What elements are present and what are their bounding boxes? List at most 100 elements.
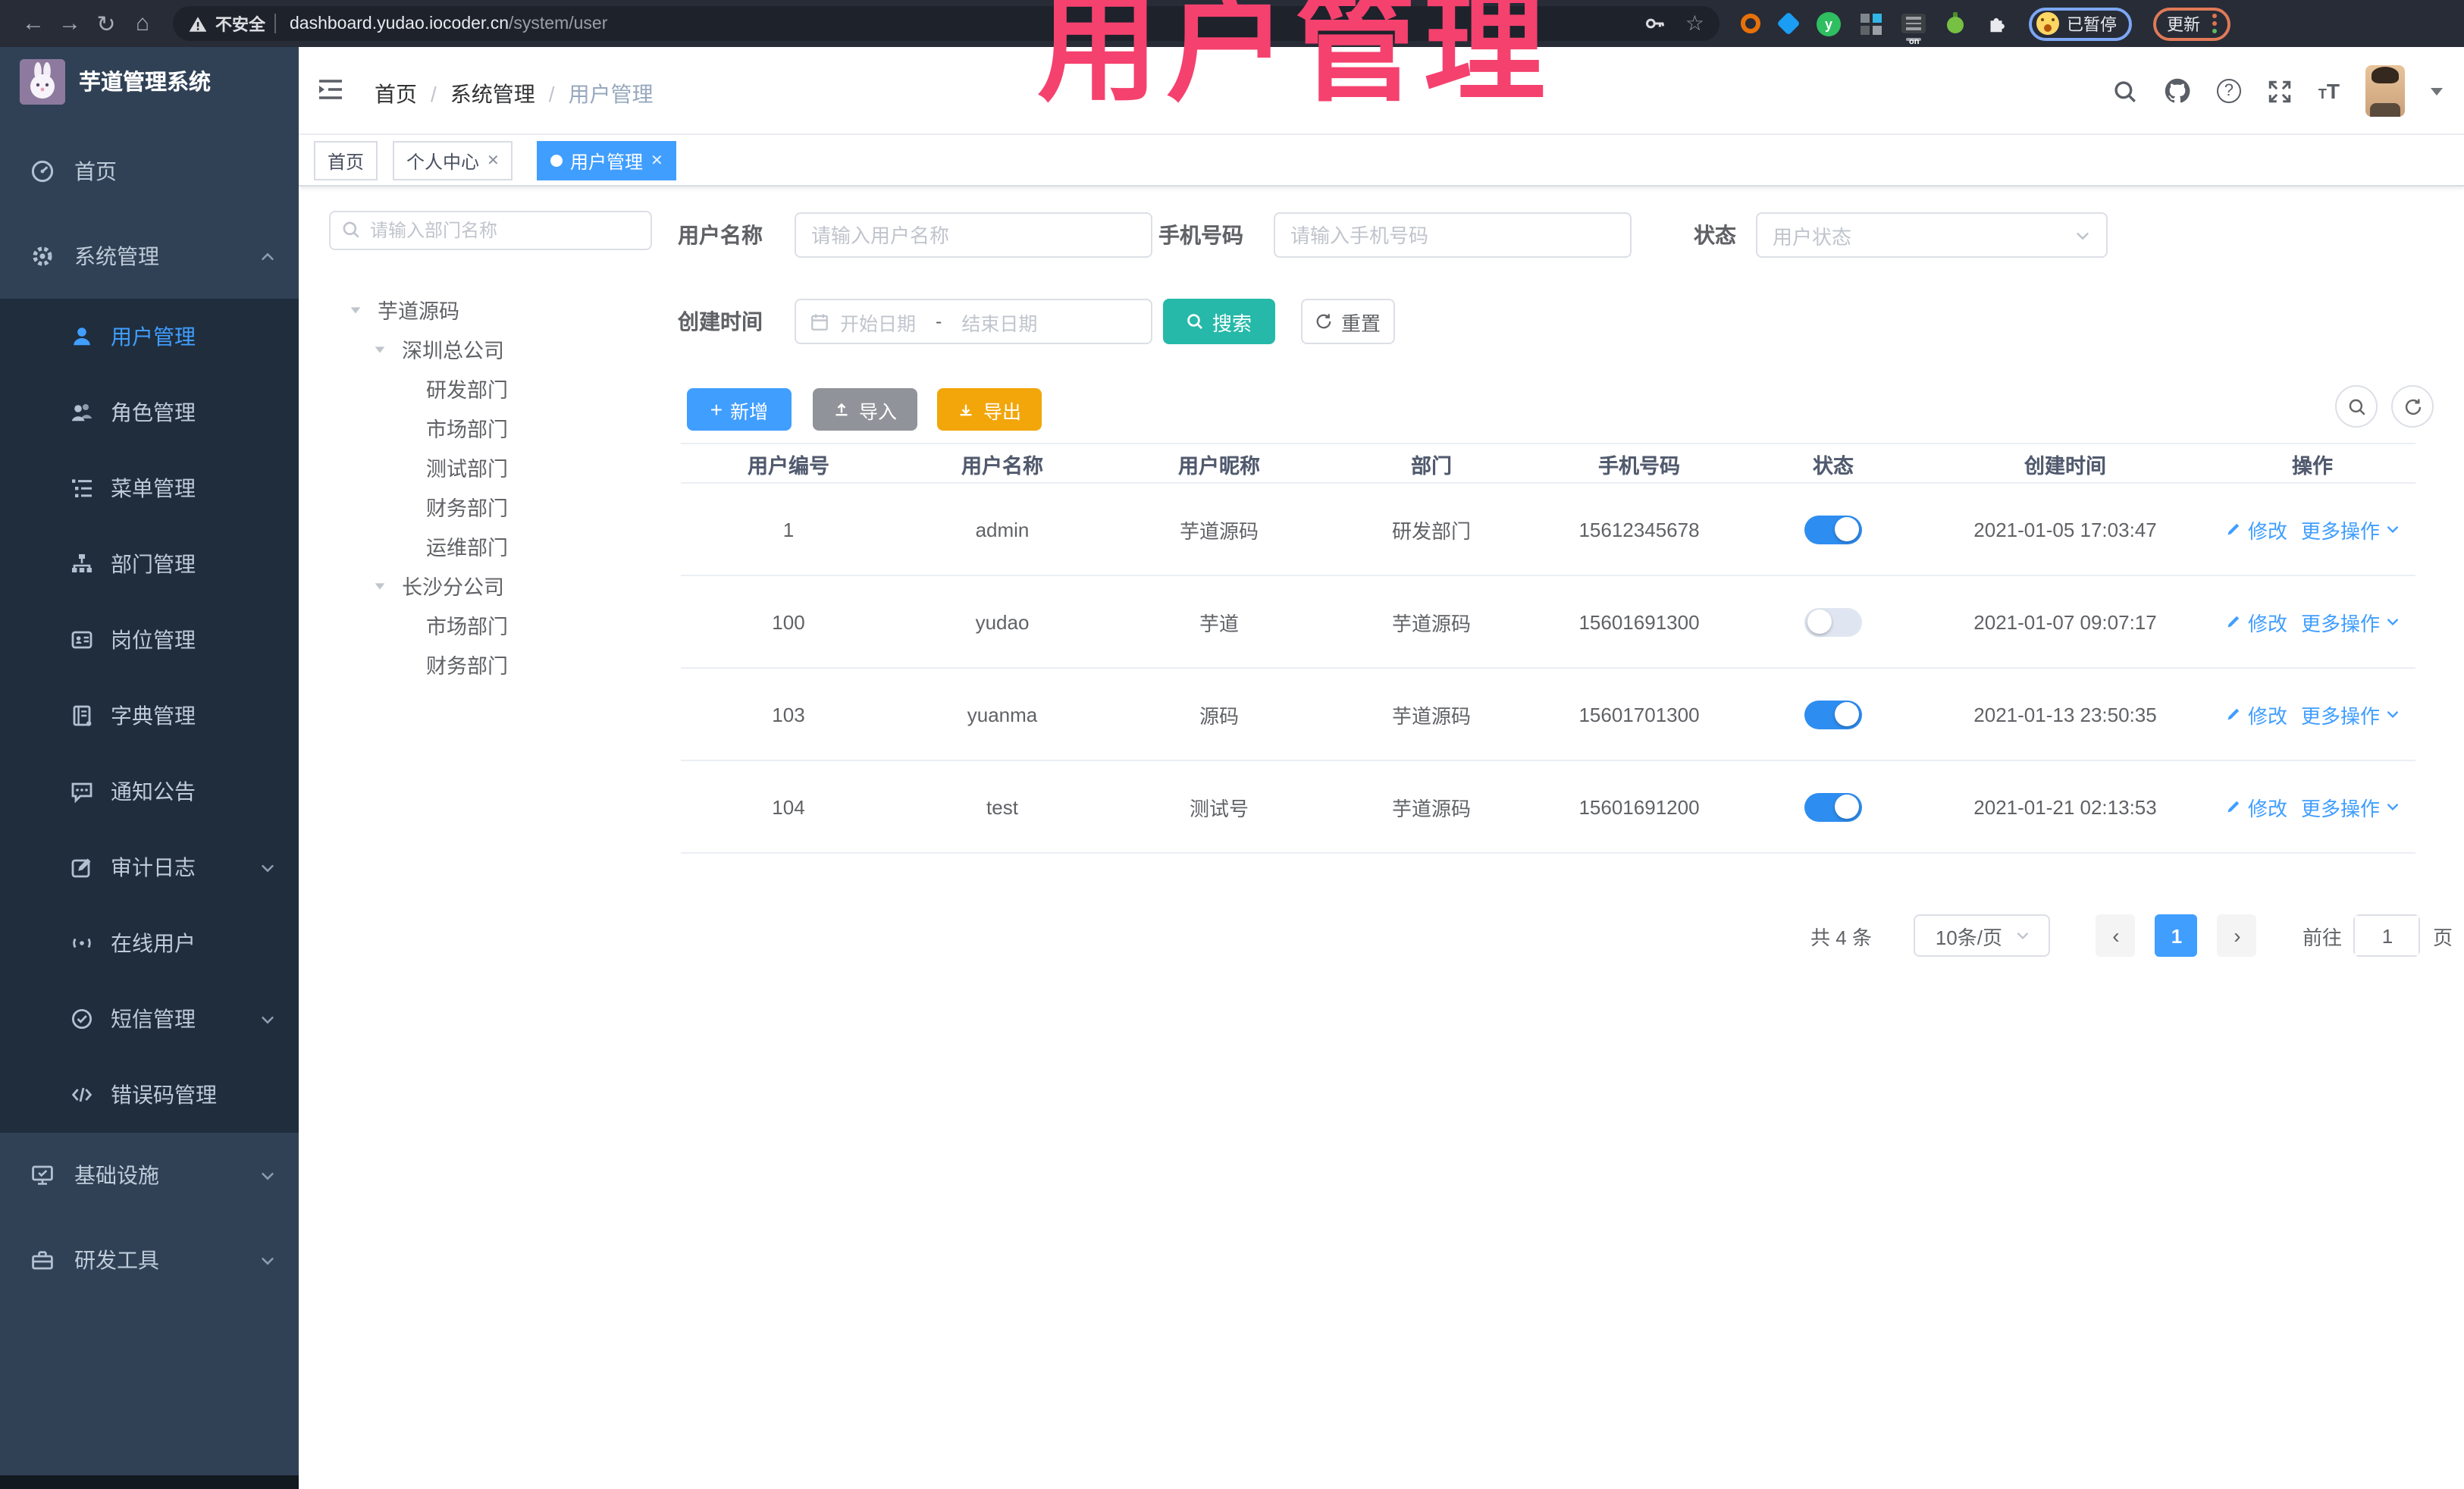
status-select[interactable]: 用户状态	[1756, 212, 2108, 258]
tree-node[interactable]: 测试部门	[329, 447, 663, 487]
tab-user-management[interactable]: 用户管理 ✕	[537, 141, 677, 180]
home-icon[interactable]: ⌂	[124, 5, 161, 42]
export-button[interactable]: 导出	[937, 388, 1042, 431]
paused-badge[interactable]: 已暂停	[2029, 7, 2132, 40]
search-button[interactable]: 搜索	[1163, 299, 1275, 344]
status-toggle[interactable]	[1804, 792, 1862, 821]
breadcrumb-system[interactable]: 系统管理	[450, 79, 535, 109]
tree-node[interactable]: 市场部门	[329, 605, 663, 644]
prev-page-button[interactable]: ‹	[2096, 914, 2136, 957]
next-page-button[interactable]: ›	[2217, 914, 2257, 957]
extension-squares-icon[interactable]	[1861, 13, 1882, 34]
toolbox-icon	[30, 1248, 55, 1272]
sidebar-item-online-users[interactable]: 在线用户	[0, 905, 299, 981]
app-logo-row[interactable]: 芋道管理系统	[0, 47, 299, 115]
more-actions-link[interactable]: 更多操作	[2301, 792, 2400, 821]
sidebar-item-depts[interactable]: 部门管理	[0, 526, 299, 602]
github-icon[interactable]	[2164, 77, 2191, 105]
cell-user-id: 103	[772, 703, 805, 726]
tree-node-label: 长沙分公司	[402, 576, 504, 599]
avatar-caret-icon[interactable]	[2431, 87, 2443, 95]
page-number-current[interactable]: 1	[2155, 914, 2198, 957]
sidebar-fold-icon[interactable]	[317, 77, 344, 102]
update-button[interactable]: 更新	[2153, 7, 2230, 40]
tree-node[interactable]: 运维部门	[329, 526, 663, 566]
extension-gem-icon[interactable]	[1776, 11, 1801, 36]
tree-node[interactable]: 芋道源码	[329, 290, 663, 329]
extensions-puzzle-icon[interactable]	[1985, 12, 2008, 35]
fullscreen-icon[interactable]	[2267, 78, 2293, 104]
search-icon[interactable]	[2112, 78, 2138, 104]
edit-link[interactable]: 修改	[2225, 700, 2287, 729]
edit-link[interactable]: 修改	[2225, 515, 2287, 544]
close-icon[interactable]: ✕	[650, 152, 663, 169]
bookmark-star-icon[interactable]: ☆	[1685, 11, 1704, 36]
close-icon[interactable]: ✕	[487, 152, 500, 169]
extension-ring-icon[interactable]	[1741, 14, 1760, 33]
sidebar-item-menus[interactable]: 菜单管理	[0, 450, 299, 526]
sidebar-item-posts[interactable]: 岗位管理	[0, 602, 299, 678]
status-select-placeholder: 用户状态	[1773, 225, 1852, 248]
tree-node[interactable]: 研发部门	[329, 368, 663, 408]
sidebar-item-roles[interactable]: 角色管理	[0, 375, 299, 450]
refresh-button[interactable]	[2391, 385, 2434, 428]
breadcrumb-home[interactable]: 首页	[375, 79, 417, 109]
extension-tabs-icon[interactable]: on	[1901, 14, 1926, 47]
tree-node[interactable]: 财务部门	[329, 644, 663, 684]
edit-link[interactable]: 修改	[2225, 792, 2287, 821]
breadcrumb-separator: /	[431, 82, 437, 106]
sidebar-item-sms[interactable]: 短信管理	[0, 981, 299, 1057]
sidebar-item-home[interactable]: 首页	[0, 129, 299, 214]
sidebar-collapse-bar[interactable]	[0, 1475, 299, 1489]
key-icon[interactable]	[1644, 12, 1667, 35]
import-button[interactable]: 导入	[813, 388, 917, 431]
status-toggle[interactable]	[1804, 515, 1862, 544]
sidebar-item-users[interactable]: 用户管理	[0, 299, 299, 375]
forward-icon[interactable]: →	[52, 5, 88, 42]
username-input[interactable]	[796, 214, 1151, 256]
caret-down-icon[interactable]	[373, 342, 402, 356]
tree-node[interactable]: 长沙分公司	[329, 566, 663, 605]
sidebar-item-system[interactable]: 系统管理	[0, 214, 299, 299]
sidebar-item-audit-log[interactable]: 审计日志	[0, 829, 299, 905]
edit-link[interactable]: 修改	[2225, 607, 2287, 636]
status-toggle[interactable]	[1804, 607, 1862, 636]
sidebar-item-label: 错误码管理	[111, 1083, 217, 1107]
mobile-input[interactable]	[1275, 214, 1630, 256]
toggle-search-button[interactable]	[2335, 385, 2378, 428]
back-icon[interactable]: ←	[15, 5, 52, 42]
extension-green-icon[interactable]: y	[1817, 11, 1841, 36]
goto-page-input[interactable]	[2355, 916, 2419, 955]
dept-search-input[interactable]	[329, 211, 652, 250]
extension-plant-icon[interactable]	[1945, 12, 1965, 35]
tree-node[interactable]: 深圳总公司	[329, 329, 663, 368]
add-button[interactable]: + 新增	[687, 388, 792, 431]
help-icon[interactable]: ?	[2216, 79, 2241, 103]
reload-icon[interactable]: ↻	[88, 5, 124, 42]
more-actions-link[interactable]: 更多操作	[2301, 515, 2400, 544]
caret-down-icon[interactable]	[373, 578, 402, 592]
font-size-icon[interactable]: TT	[2318, 80, 2340, 102]
date-range-picker[interactable]: 开始日期 - 结束日期	[795, 299, 1152, 344]
more-actions-link[interactable]: 更多操作	[2301, 700, 2400, 729]
sidebar-item-dev-tools[interactable]: 研发工具	[0, 1218, 299, 1302]
status-toggle[interactable]	[1804, 700, 1862, 729]
tab-home[interactable]: 首页	[314, 141, 378, 180]
sidebar-item-dict[interactable]: 字典管理	[0, 678, 299, 754]
address-bar[interactable]: 不安全 dashboard.yudao.iocoder.cn/system/us…	[173, 6, 1719, 41]
security-label[interactable]: 不安全	[215, 11, 265, 36]
sidebar-item-notice[interactable]: 通知公告	[0, 754, 299, 829]
tab-profile[interactable]: 个人中心 ✕	[393, 141, 513, 180]
add-button-label: 新增	[730, 401, 769, 422]
sidebar-item-error-codes[interactable]: 错误码管理	[0, 1057, 299, 1133]
tree-node[interactable]: 市场部门	[329, 408, 663, 447]
page-size-select[interactable]: 10条/页	[1914, 914, 2051, 957]
sidebar-item-infrastructure[interactable]: 基础设施	[0, 1133, 299, 1218]
more-actions-link[interactable]: 更多操作	[2301, 607, 2400, 636]
tree-node[interactable]: 财务部门	[329, 487, 663, 526]
browser-menu-icon[interactable]	[2212, 14, 2217, 33]
caret-down-icon[interactable]	[349, 303, 378, 316]
reset-button[interactable]: 重置	[1301, 299, 1395, 344]
avatar[interactable]	[2365, 65, 2405, 117]
cell-mobile: 15601691200	[1578, 795, 1700, 818]
